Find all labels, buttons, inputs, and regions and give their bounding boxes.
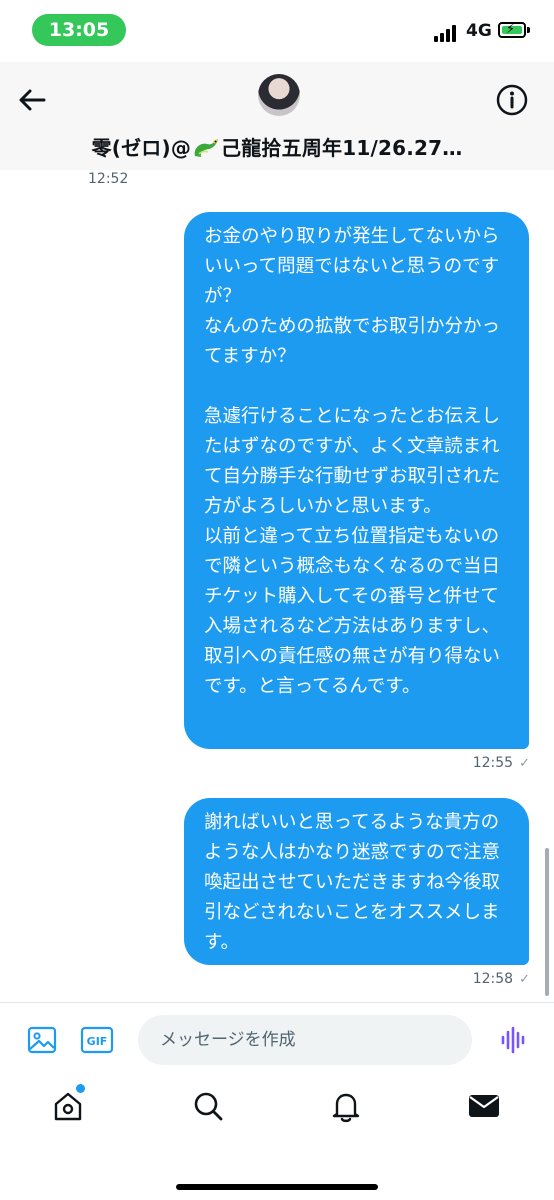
message-timestamp: 12:58	[472, 971, 514, 987]
voice-message-button[interactable]	[498, 1025, 528, 1055]
tab-search[interactable]	[190, 1088, 226, 1124]
title-prefix: 零(ゼロ)@	[91, 136, 192, 160]
info-button[interactable]	[494, 82, 530, 118]
scrollbar[interactable]	[545, 848, 549, 996]
search-icon	[194, 1092, 223, 1121]
image-button[interactable]	[26, 1024, 58, 1056]
message-input[interactable]	[138, 1015, 472, 1065]
audio-waveform-icon	[501, 1026, 525, 1054]
signal-icon	[434, 24, 460, 42]
conversation-header: 零(ゼロ)@ 己龍拾五周年11/26.27…	[0, 62, 554, 170]
message-bubble[interactable]: 謝ればいいと思ってるような貴方のような人はかなり迷惑ですので注意喚起出させていた…	[184, 798, 529, 965]
notification-dot	[76, 1084, 85, 1093]
message-bubble[interactable]: お金のやり取りが発生してないからいいって問題ではないと思うのですが？ なんのため…	[184, 212, 529, 749]
status-time: 13:05	[32, 14, 126, 46]
message-meta: 12:55 ✓	[473, 755, 530, 771]
title-suffix: 己龍拾五周年11/26.27…	[221, 136, 463, 160]
gif-label: GIF	[87, 1035, 108, 1048]
sent-check-icon: ✓	[519, 971, 530, 987]
network-label: 4G	[466, 21, 492, 41]
gif-icon: GIF	[80, 1026, 114, 1054]
back-button[interactable]	[14, 82, 50, 118]
message-meta: 12:58 ✓	[473, 971, 530, 987]
mail-icon	[469, 1095, 499, 1117]
home-indicator[interactable]	[176, 1184, 378, 1190]
avatar[interactable]	[258, 74, 300, 116]
dragon-emoji-icon	[191, 136, 221, 160]
battery-tip	[527, 27, 530, 33]
previous-message-timestamp: 12:52	[88, 171, 129, 187]
image-icon	[27, 1026, 57, 1054]
composer-divider	[0, 1002, 554, 1003]
status-bar: 13:05 4G ⚡	[0, 0, 554, 62]
bell-icon	[332, 1093, 360, 1123]
conversation-title[interactable]: 零(ゼロ)@ 己龍拾五周年11/26.27…	[0, 132, 554, 161]
tab-messages[interactable]	[466, 1088, 502, 1124]
home-icon	[54, 1092, 82, 1121]
tab-home[interactable]	[50, 1084, 86, 1124]
tab-notifications[interactable]	[328, 1088, 364, 1124]
battery-icon: ⚡	[498, 22, 526, 38]
sent-check-icon: ✓	[519, 755, 530, 771]
info-icon	[496, 84, 528, 116]
tab-bar	[0, 1080, 554, 1150]
message-timestamp: 12:55	[472, 755, 514, 771]
arrow-left-icon	[19, 89, 46, 111]
gif-button[interactable]: GIF	[80, 1024, 114, 1056]
